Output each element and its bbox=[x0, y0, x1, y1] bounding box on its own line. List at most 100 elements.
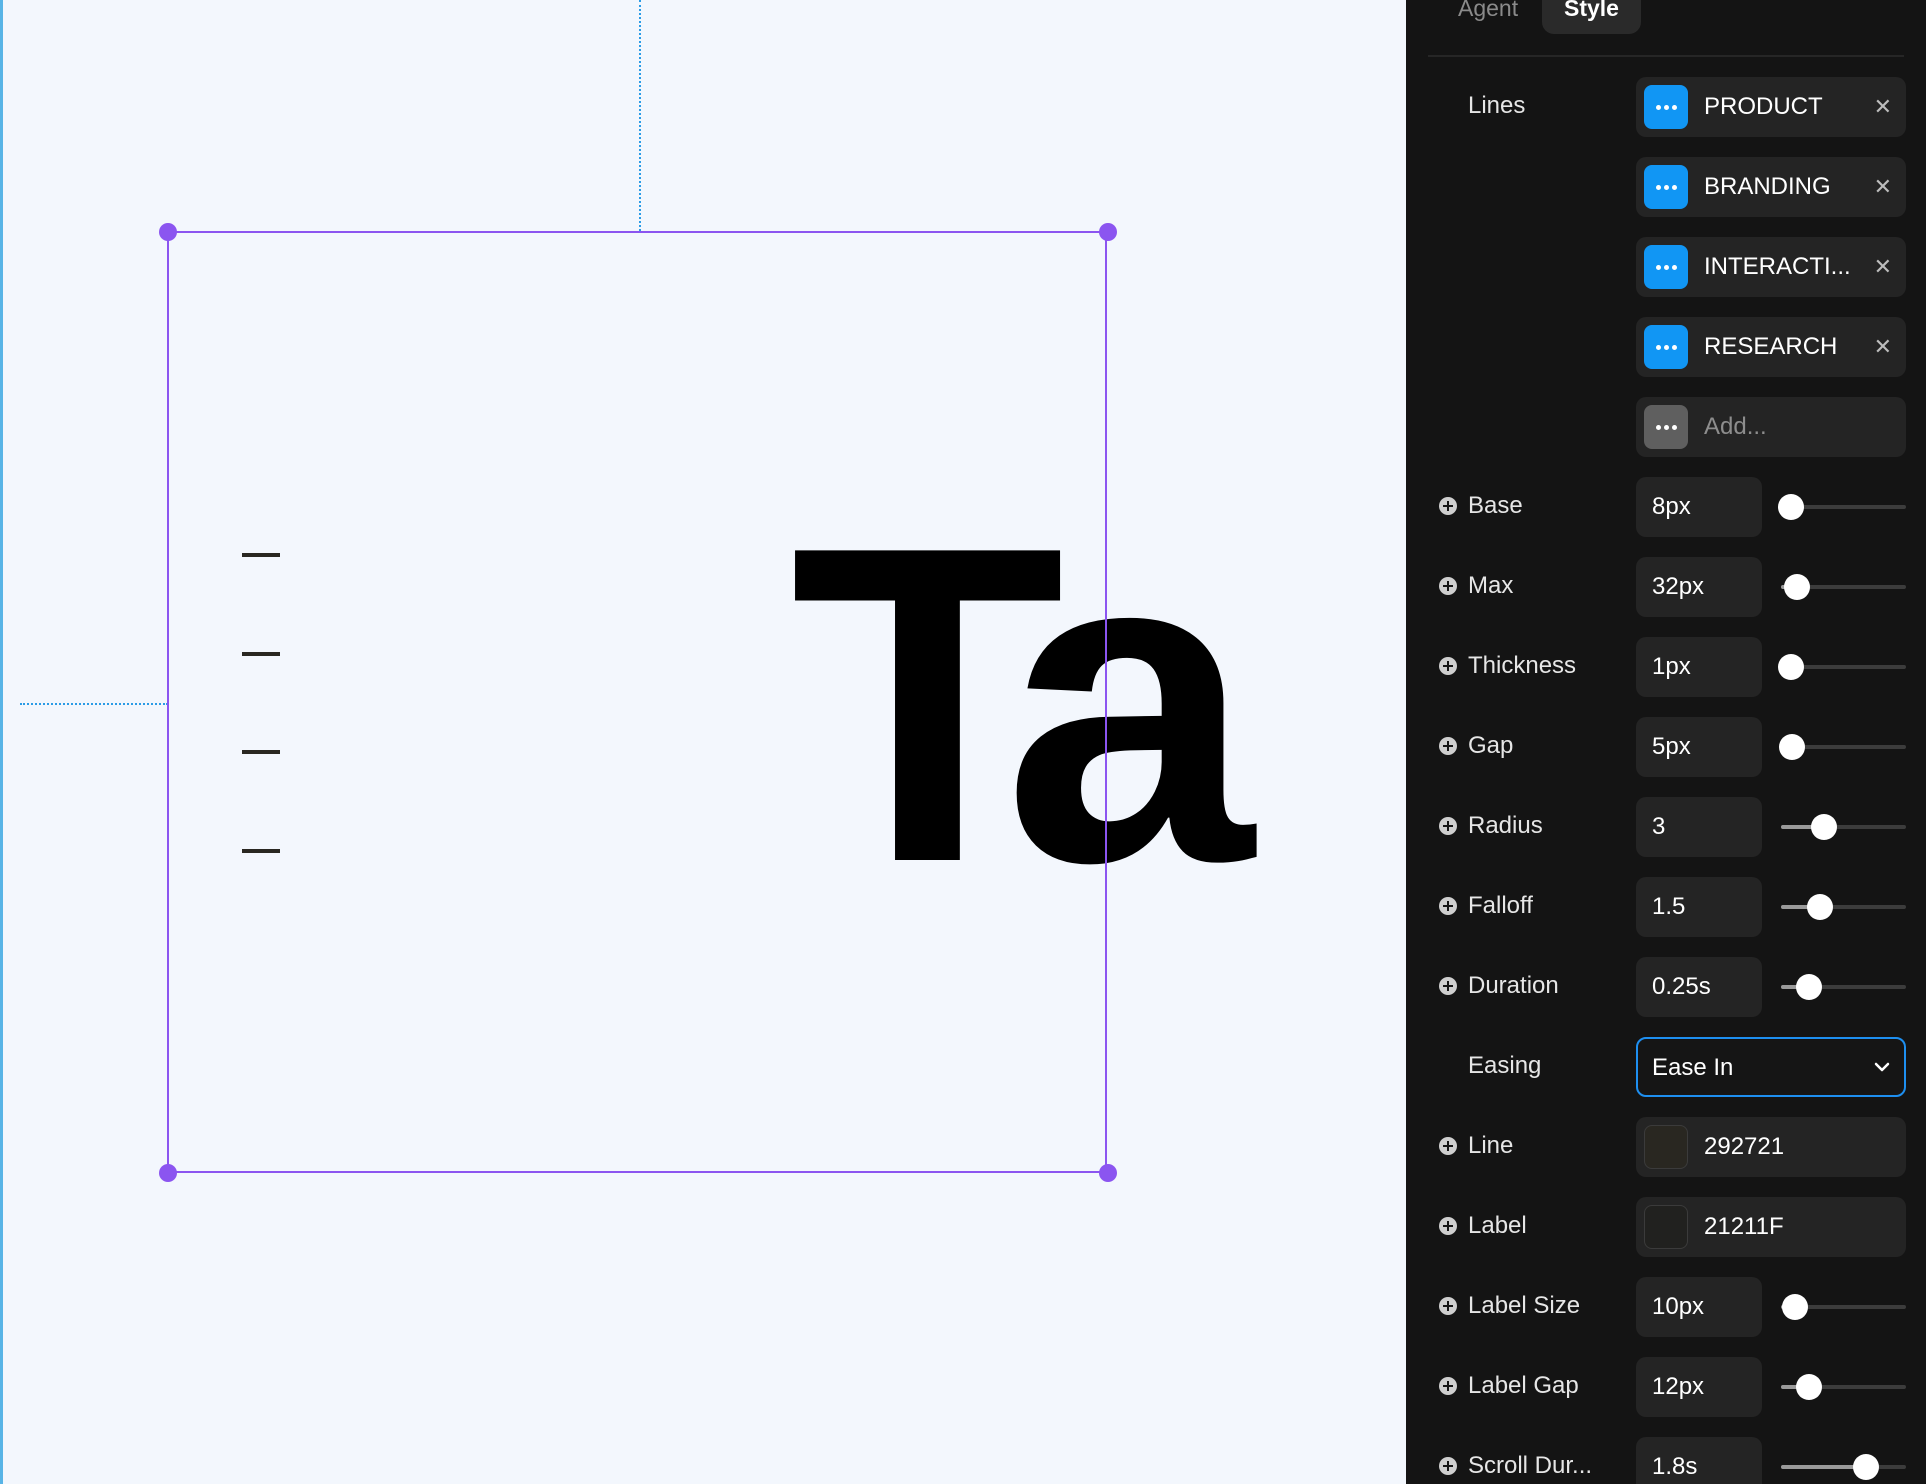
more-dots-icon[interactable] bbox=[1644, 85, 1688, 129]
add-label-gap-icon[interactable] bbox=[1439, 1377, 1457, 1395]
resize-handle-top-left[interactable] bbox=[159, 223, 177, 241]
line-chip-product[interactable]: PRODUCT ✕ bbox=[1636, 77, 1906, 137]
add-base-icon[interactable] bbox=[1439, 497, 1457, 515]
label-size-slider[interactable] bbox=[1781, 1294, 1906, 1320]
radius-input[interactable]: 3 bbox=[1636, 797, 1762, 857]
line-marker[interactable] bbox=[242, 652, 280, 656]
max-slider-thumb[interactable] bbox=[1784, 574, 1811, 600]
falloff-slider-thumb[interactable] bbox=[1806, 894, 1833, 920]
line-color-value: 292721 bbox=[1704, 1133, 1785, 1160]
radius-slider-thumb[interactable] bbox=[1810, 814, 1837, 840]
line-color-label: Line bbox=[1468, 1132, 1514, 1159]
scroll-dur-slider-thumb[interactable] bbox=[1853, 1454, 1879, 1480]
max-slider[interactable] bbox=[1781, 574, 1906, 600]
resize-handle-bottom-right[interactable] bbox=[1099, 1164, 1117, 1182]
gap-slider[interactable] bbox=[1779, 734, 1906, 760]
base-value: 8px bbox=[1652, 493, 1691, 520]
vertical-guide bbox=[639, 0, 641, 231]
duration-slider[interactable] bbox=[1781, 974, 1906, 1000]
thickness-input[interactable]: 1px bbox=[1636, 637, 1762, 697]
close-icon[interactable]: ✕ bbox=[1874, 252, 1892, 282]
thickness-slider-thumb[interactable] bbox=[1778, 654, 1804, 680]
base-slider-thumb[interactable] bbox=[1778, 494, 1804, 520]
label-gap-input[interactable]: 12px bbox=[1636, 1357, 1762, 1417]
tab-style[interactable]: Style bbox=[1542, 0, 1641, 34]
chevron-down-icon bbox=[1874, 1062, 1890, 1072]
canvas-heading-text[interactable]: Ta bbox=[790, 480, 1254, 930]
base-slider[interactable] bbox=[1778, 494, 1906, 520]
max-value: 32px bbox=[1652, 573, 1705, 600]
label-color-value: 21211F bbox=[1704, 1213, 1784, 1240]
duration-label: Duration bbox=[1468, 972, 1559, 999]
duration-slider-thumb[interactable] bbox=[1795, 974, 1822, 1000]
radius-slider[interactable] bbox=[1781, 814, 1906, 840]
label-size-label: Label Size bbox=[1468, 1292, 1581, 1319]
base-input[interactable]: 8px bbox=[1636, 477, 1762, 537]
scroll-dur-slider[interactable] bbox=[1781, 1454, 1906, 1480]
label-color-swatch[interactable] bbox=[1644, 1205, 1688, 1249]
base-label: Base bbox=[1468, 492, 1523, 519]
style-panel: Agent Style Lines PRODUCT ✕ BRANDING ✕ I… bbox=[1406, 0, 1926, 1484]
gap-slider-thumb[interactable] bbox=[1779, 734, 1806, 760]
tab-agent[interactable]: Agent bbox=[1436, 0, 1540, 34]
thickness-label: Thickness bbox=[1468, 652, 1577, 679]
add-line-color-icon[interactable] bbox=[1439, 1137, 1457, 1155]
horizontal-guide bbox=[20, 703, 168, 705]
label-color-field[interactable]: 21211F bbox=[1636, 1197, 1906, 1257]
add-label-color-icon[interactable] bbox=[1439, 1217, 1457, 1235]
line-color-swatch[interactable] bbox=[1644, 1125, 1688, 1169]
add-line-placeholder: Add... bbox=[1704, 413, 1767, 440]
close-icon[interactable]: ✕ bbox=[1874, 332, 1892, 362]
close-icon[interactable]: ✕ bbox=[1874, 92, 1892, 122]
line-marker[interactable] bbox=[242, 553, 280, 557]
design-canvas[interactable]: Ta bbox=[0, 0, 1406, 1484]
add-duration-icon[interactable] bbox=[1439, 977, 1457, 995]
falloff-input[interactable]: 1.5 bbox=[1636, 877, 1762, 937]
add-falloff-icon[interactable] bbox=[1439, 897, 1457, 915]
max-input[interactable]: 32px bbox=[1636, 557, 1762, 617]
line-color-field[interactable]: 292721 bbox=[1636, 1117, 1906, 1177]
close-icon[interactable]: ✕ bbox=[1874, 172, 1892, 202]
scroll-dur-value: 1.8s bbox=[1652, 1453, 1698, 1480]
more-dots-icon[interactable] bbox=[1644, 325, 1688, 369]
label-size-input[interactable]: 10px bbox=[1636, 1277, 1762, 1337]
thickness-slider[interactable] bbox=[1778, 654, 1906, 680]
label-gap-slider-thumb[interactable] bbox=[1795, 1374, 1822, 1400]
gap-label: Gap bbox=[1468, 732, 1514, 759]
falloff-slider[interactable] bbox=[1781, 894, 1906, 920]
add-max-icon[interactable] bbox=[1439, 577, 1457, 595]
label-size-slider-thumb[interactable] bbox=[1781, 1294, 1808, 1320]
scroll-dur-input[interactable]: 1.8s bbox=[1636, 1437, 1762, 1484]
line-chip-branding[interactable]: BRANDING ✕ bbox=[1636, 157, 1906, 217]
scroll-dur-label: Scroll Dur... bbox=[1468, 1452, 1593, 1479]
line-chip-research[interactable]: RESEARCH ✕ bbox=[1636, 317, 1906, 377]
label-gap-slider[interactable] bbox=[1781, 1374, 1906, 1400]
line-chip-label: BRANDING bbox=[1704, 173, 1831, 200]
max-label: Max bbox=[1468, 572, 1514, 599]
resize-handle-bottom-left[interactable] bbox=[159, 1164, 177, 1182]
panel-divider bbox=[1428, 55, 1904, 57]
gap-input[interactable]: 5px bbox=[1636, 717, 1762, 777]
line-chip-interaction[interactable]: INTERACTI... ✕ bbox=[1636, 237, 1906, 297]
duration-value: 0.25s bbox=[1652, 973, 1711, 1000]
add-scroll-dur-icon[interactable] bbox=[1439, 1457, 1457, 1475]
thickness-value: 1px bbox=[1652, 653, 1691, 680]
add-radius-icon[interactable] bbox=[1439, 817, 1457, 835]
easing-select[interactable]: Ease In bbox=[1636, 1037, 1906, 1097]
line-marker[interactable] bbox=[242, 849, 280, 853]
duration-input[interactable]: 0.25s bbox=[1636, 957, 1762, 1017]
add-gap-icon[interactable] bbox=[1439, 737, 1457, 755]
more-dots-icon[interactable] bbox=[1644, 245, 1688, 289]
resize-handle-top-right[interactable] bbox=[1099, 223, 1117, 241]
add-label-size-icon[interactable] bbox=[1439, 1297, 1457, 1315]
label-gap-value: 12px bbox=[1652, 1373, 1705, 1400]
add-thickness-icon[interactable] bbox=[1439, 657, 1457, 675]
add-line-input[interactable]: Add... bbox=[1636, 397, 1906, 457]
line-chip-label: RESEARCH bbox=[1704, 333, 1838, 360]
label-color-label: Label bbox=[1468, 1212, 1527, 1239]
falloff-value: 1.5 bbox=[1652, 893, 1686, 920]
more-dots-icon[interactable] bbox=[1644, 165, 1688, 209]
more-dots-icon bbox=[1644, 405, 1688, 449]
line-marker[interactable] bbox=[242, 750, 280, 754]
radius-value: 3 bbox=[1652, 813, 1666, 840]
